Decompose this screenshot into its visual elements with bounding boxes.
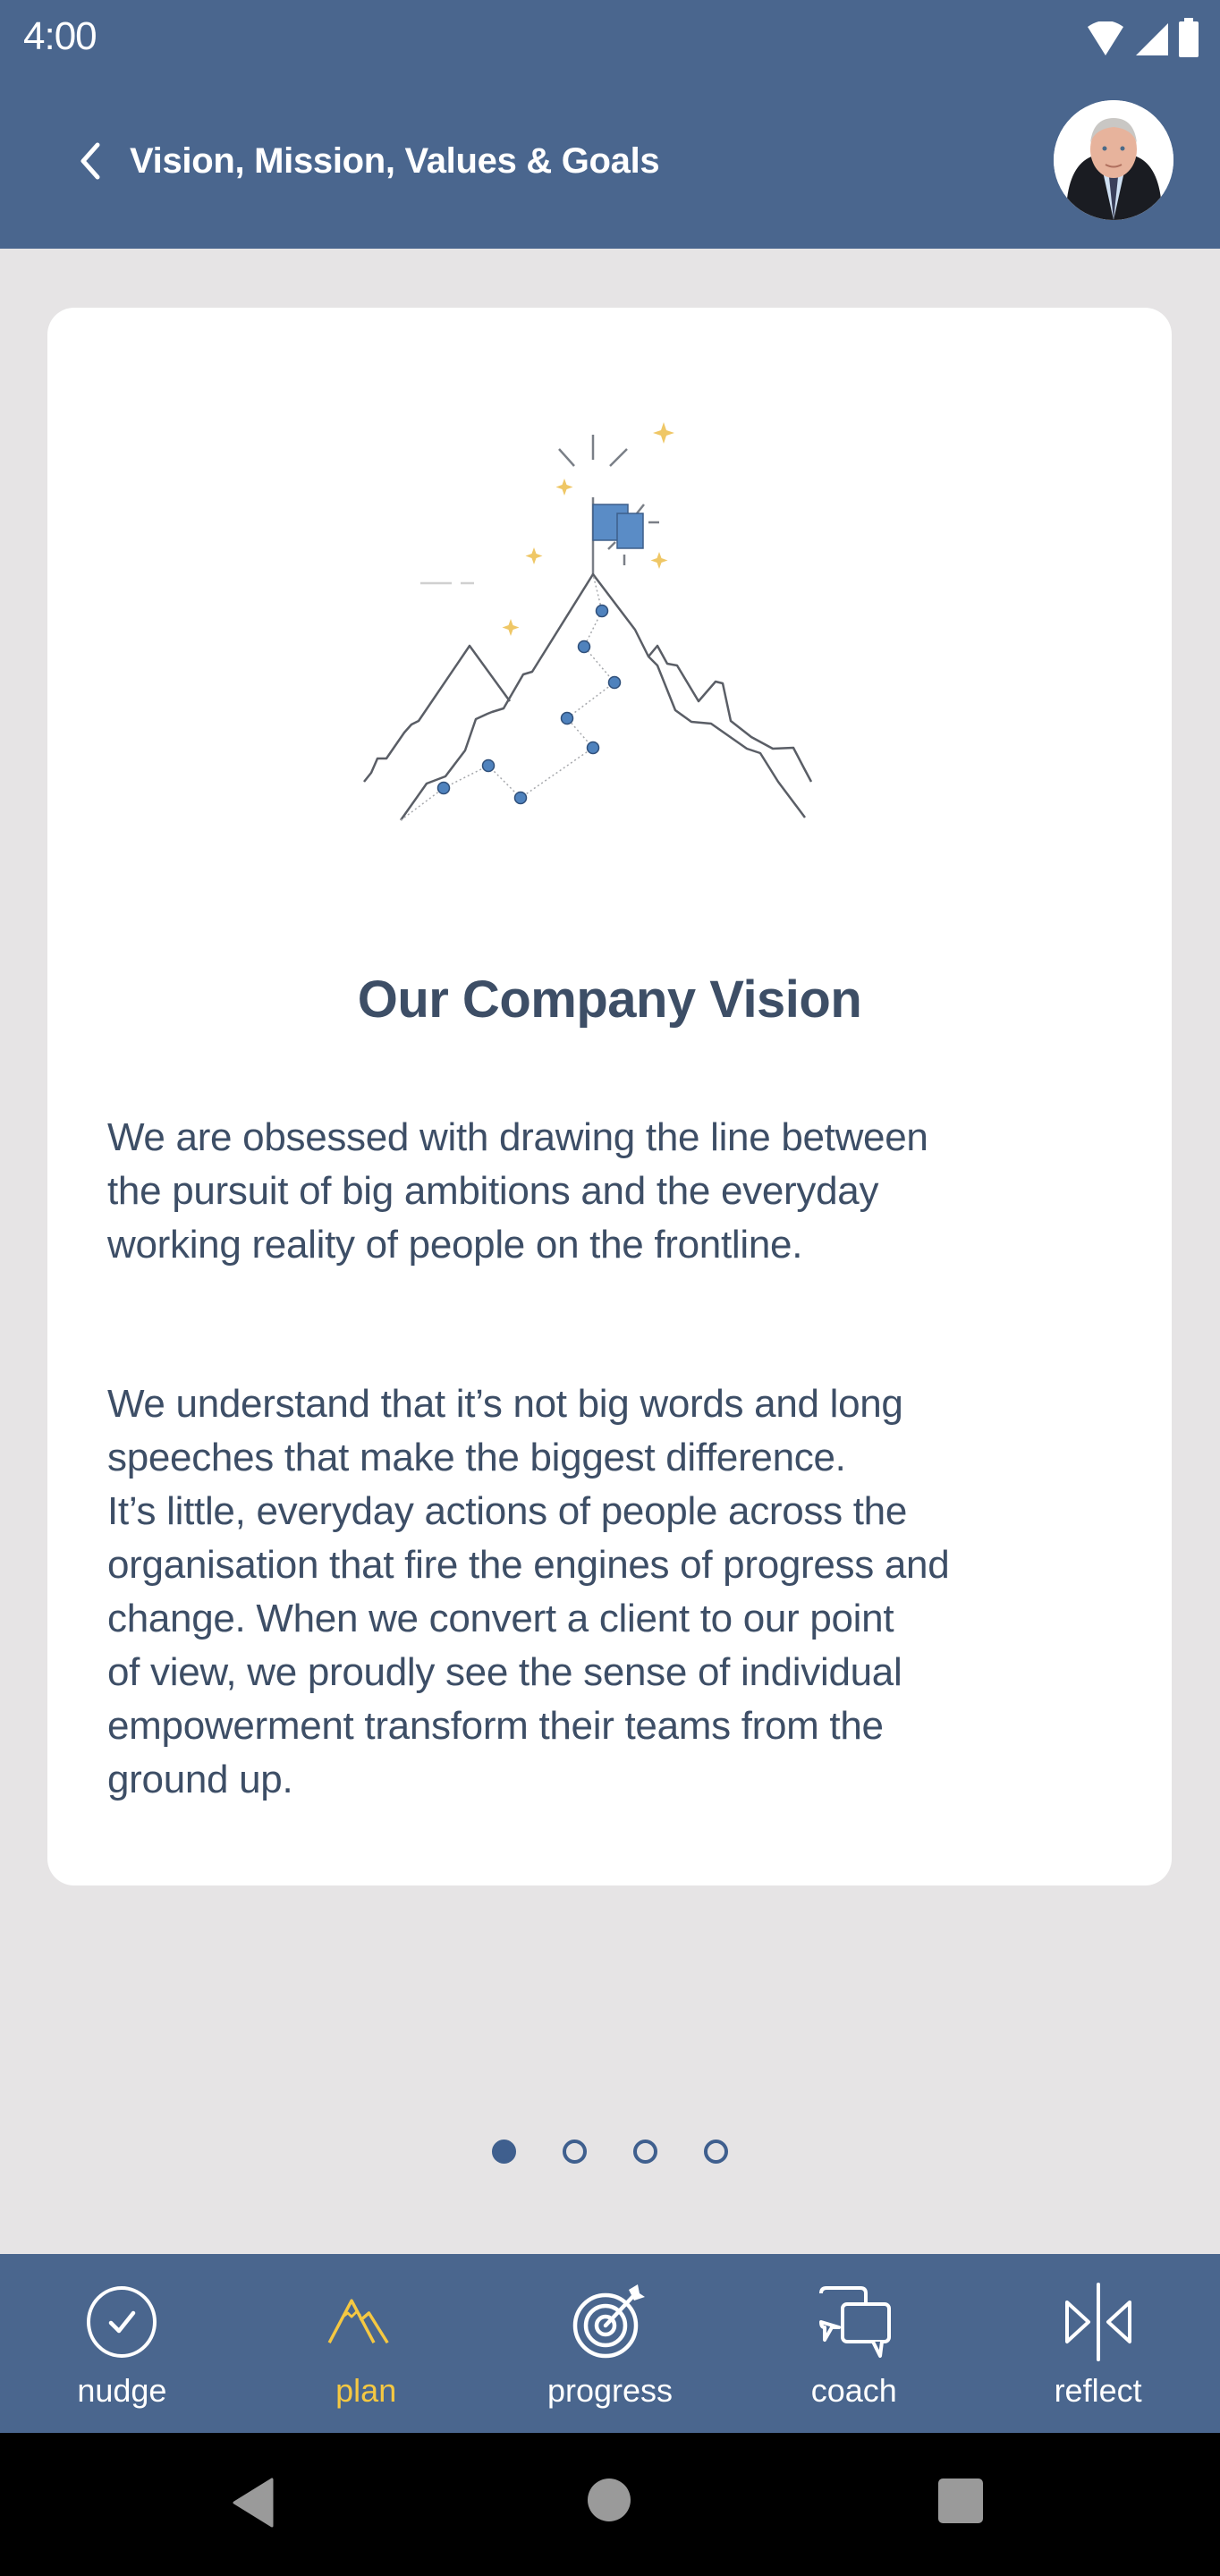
avatar[interactable]	[1054, 100, 1173, 220]
tab-plan[interactable]: plan	[244, 2254, 488, 2433]
vision-paragraph-1: We are obsessed with drawing the line be…	[107, 1115, 928, 1267]
vision-card: Our Company Vision We are obsessed with …	[47, 308, 1172, 1885]
back-triangle-icon[interactable]	[231, 2478, 275, 2528]
bottom-tab-bar: nudge plan progress coach reflect	[0, 2254, 1220, 2433]
system-nav-bar	[0, 2433, 1220, 2576]
tab-label: coach	[810, 2372, 897, 2409]
avatar-photo	[1054, 100, 1173, 220]
mountain-icon	[327, 2299, 389, 2344]
mirror-triangles-icon	[1064, 2283, 1131, 2361]
tab-label: progress	[546, 2372, 674, 2409]
check-circle-icon	[87, 2286, 157, 2358]
tab-nudge[interactable]: nudge	[0, 2254, 244, 2433]
card-title: Our Company Vision	[357, 970, 862, 1029]
signal-icon	[1136, 23, 1168, 55]
page-dot-2[interactable]	[563, 2140, 587, 2164]
page-indicator	[0, 2140, 1220, 2168]
tab-label: reflect	[1054, 2372, 1142, 2409]
app-bar: 4:00 Vision, Mission, Values & Goals	[0, 0, 1220, 249]
recents-square-icon[interactable]	[937, 2478, 984, 2524]
chat-bubbles-icon	[818, 2286, 891, 2358]
tab-reflect[interactable]: reflect	[976, 2254, 1220, 2433]
page-dot-3[interactable]	[633, 2140, 657, 2164]
target-arrow-icon	[572, 2284, 645, 2359]
tab-label: nudge	[77, 2372, 167, 2409]
page-title: Vision, Mission, Values & Goals	[130, 141, 660, 181]
wifi-icon	[1088, 21, 1123, 55]
battery-icon	[1179, 18, 1199, 57]
mountain-flag-illustration	[363, 422, 813, 821]
back-button[interactable]	[68, 134, 113, 188]
page-dot-1[interactable]	[492, 2140, 516, 2164]
status-time: 4:00	[23, 14, 97, 58]
status-icons	[1086, 16, 1199, 57]
tab-coach[interactable]: coach	[732, 2254, 976, 2433]
chevron-left-icon	[80, 142, 100, 180]
home-circle-icon[interactable]	[587, 2478, 631, 2522]
page-dot-4[interactable]	[704, 2140, 728, 2164]
vision-paragraph-2: We understand that it’s not big words an…	[107, 1382, 950, 1801]
tab-progress[interactable]: progress	[488, 2254, 733, 2433]
tab-label: plan	[335, 2372, 397, 2409]
